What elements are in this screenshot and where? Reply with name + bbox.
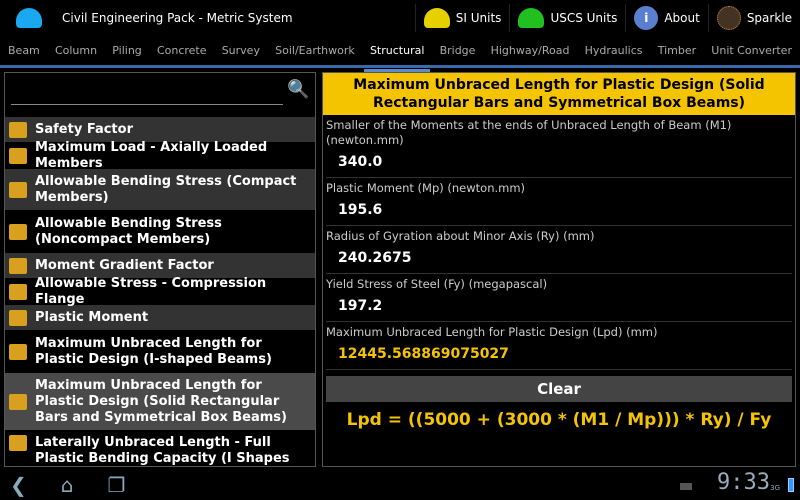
beam-icon [9,343,27,360]
search-input[interactable] [11,79,283,105]
formula-text: Lpd = ((5000 + (3000 * (M1 / Mp))) * Ry)… [346,410,772,430]
m1-input[interactable]: 340.0 [326,148,792,178]
beam-icon [9,435,27,451]
list-item[interactable]: Allowable Bending Stress (Compact Member… [5,169,315,211]
si-units-label: SI Units [455,11,502,25]
formula-list-panel: 🔍 Safety Factor Maximum Load - Axially L… [4,72,316,467]
tab-soil-earthwork[interactable]: Soil/Earthwork [275,36,355,65]
tab-highway-road[interactable]: Highway/Road [491,36,570,65]
list-item-label: Moment Gradient Factor [35,257,214,273]
clock: 9:33 [717,470,770,495]
about-label: About [664,11,700,25]
lpd-label: Maximum Unbraced Length for Plastic Desi… [326,325,658,339]
ry-input[interactable]: 240.2675 [326,244,792,274]
calculator-panel: Maximum Unbraced Length for Plastic Desi… [322,72,796,467]
sparkle-logo-icon [716,6,741,30]
beam-icon [9,147,27,164]
list-item[interactable]: Allowable Bending Stress (Noncompact Mem… [5,211,315,253]
si-units-button[interactable]: SI Units [414,4,510,32]
tab-timber[interactable]: Timber [658,36,696,65]
mp-input[interactable]: 195.6 [326,196,792,226]
list-item-label: Maximum Load - Axially Loaded Members [35,139,268,171]
beam-icon [9,283,27,300]
app-title: Civil Engineering Pack - Metric System [62,11,293,25]
list-item-label: Plastic Moment [35,309,149,325]
beam-icon [9,393,27,410]
yellow-hardhat-icon [423,8,450,28]
sparkle-button[interactable]: Sparkle [707,4,800,32]
action-bar: Civil Engineering Pack - Metric System S… [0,0,800,36]
tab-concrete[interactable]: Concrete [157,36,207,65]
list-item[interactable]: Plastic Moment [5,305,315,331]
tab-bar: Beam Column Piling Concrete Survey Soil/… [0,36,800,74]
about-button[interactable]: i About [625,4,707,32]
beam-icon [9,223,27,240]
list-item-selected[interactable]: Maximum Unbraced Length for Plastic Desi… [5,373,315,431]
tab-bridge[interactable]: Bridge [440,36,476,65]
calculator-title: Maximum Unbraced Length for Plastic Desi… [323,73,795,115]
formula-list: Safety Factor Maximum Load - Axially Loa… [5,117,315,466]
list-item-label: Allowable Bending Stress (Noncompact Mem… [35,215,222,247]
tab-unit-converter[interactable]: Unit Converter [711,36,792,65]
m1-label: Smaller of the Moments at the ends of Un… [326,118,732,147]
info-icon: i [634,6,659,30]
battery-icon [788,478,794,492]
list-item[interactable]: Allowable Stress - Compression Flange [5,275,315,307]
tab-hydraulics[interactable]: Hydraulics [585,36,643,65]
beam-icon [9,121,27,138]
green-hardhat-icon [518,8,545,28]
clear-button[interactable]: Clear [326,376,792,402]
list-item[interactable]: Maximum Unbraced Length for Plastic Desi… [5,331,315,373]
tab-beam[interactable]: Beam [8,36,40,65]
beam-icon [9,309,27,326]
sparkle-label: Sparkle [746,11,792,25]
list-item-label: Safety Factor [35,121,133,137]
list-item-label: Allowable Bending Stress (Compact Member… [35,173,297,205]
beam-icon [9,181,27,198]
back-icon[interactable]: ❮ [10,473,27,497]
fy-label: Yield Stress of Steel (Fy) (megapascal) [326,277,548,291]
uscs-units-button[interactable]: USCS Units [509,4,625,32]
list-item[interactable]: Laterally Unbraced Length - Full Plastic… [5,431,315,466]
network-type: 3G [770,484,780,492]
ry-label: Radius of Gyration about Minor Axis (Ry)… [326,229,595,243]
tab-column[interactable]: Column [55,36,97,65]
fy-input[interactable]: 197.2 [326,292,792,322]
list-item-label: Laterally Unbraced Length - Full Plastic… [35,435,290,466]
list-item[interactable]: Maximum Load - Axially Loaded Members [5,139,315,171]
app-hardhat-icon [16,8,42,28]
list-item-label: Maximum Unbraced Length for Plastic Desi… [35,335,272,367]
lpd-result: 12445.568869075027 [326,340,792,370]
search-icon[interactable]: 🔍 [287,79,309,100]
beam-icon [9,257,27,274]
keyboard-icon [680,483,692,490]
tab-structural[interactable]: Structural [363,36,431,74]
uscs-units-label: USCS Units [550,11,618,25]
tab-piling[interactable]: Piling [112,36,142,65]
list-item-label: Maximum Unbraced Length for Plastic Desi… [35,377,287,425]
list-item-label: Allowable Stress - Compression Flange [35,275,267,307]
recent-apps-icon[interactable]: ❐ [107,473,125,497]
home-icon[interactable]: ⌂ [61,473,74,497]
tab-survey[interactable]: Survey [222,36,260,65]
mp-label: Plastic Moment (Mp) (newton.mm) [326,181,526,195]
